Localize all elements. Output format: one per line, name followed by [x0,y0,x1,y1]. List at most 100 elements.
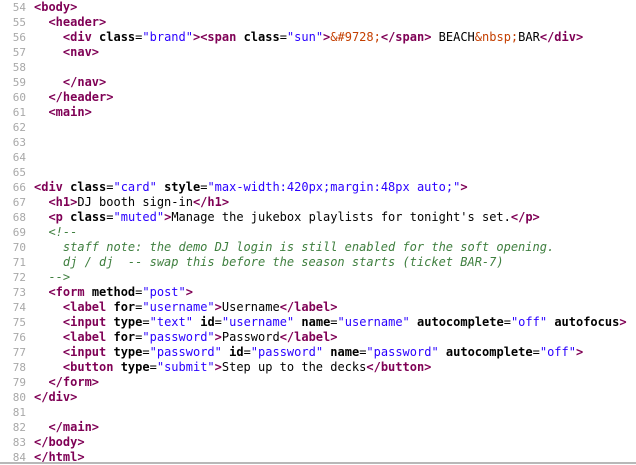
code-line[interactable]: 56 <div class="brand"><span class="sun">… [0,30,636,45]
code-line[interactable]: 69 <!-- [0,225,636,240]
code-token-txt: Manage the jukebox playlists for tonight… [171,210,511,224]
code-token-txt: Step up to the decks [221,360,367,374]
code-line[interactable]: 54 <body> [0,0,636,15]
code-token-attr: autofocus [554,315,620,329]
code-line[interactable]: 66 <div class="card" style="max-width:420… [0,180,636,195]
code-line[interactable]: 59 </nav> [0,75,636,90]
code-text: </div> [34,390,77,405]
code-token-tag: <span [200,30,244,44]
code-line[interactable]: 65 [0,165,636,180]
code-token-attr: type [120,360,150,374]
line-number: 83 [12,436,26,449]
code-line[interactable]: 77 <input type="password" id="password" … [0,345,636,360]
code-token-txt: = [214,315,222,329]
code-line[interactable]: 80 </div> [0,390,636,405]
code-text: <body> [34,0,77,15]
code-token-txt: = [106,210,114,224]
code-token-tag: <input [62,315,114,329]
line-number: 63 [12,136,26,149]
code-line[interactable]: 61 <main> [0,105,636,120]
code-token-attr: name [330,345,360,359]
code-token-val: "password" [250,345,324,359]
code-token-val: "password" [366,345,439,359]
code-line[interactable]: 71 dj / dj -- swap this before the seaso… [0,255,636,270]
code-token-cmt: dj / dj -- swap this before the season s… [34,255,504,269]
code-token-tag: > [214,330,222,344]
code-token-attr: style [164,180,201,194]
line-number: 82 [12,421,26,434]
code-token-val: "brand" [142,30,193,44]
code-token-tag: </label> [279,300,338,314]
code-line[interactable]: 62 [0,120,636,135]
code-token-tag: > [460,180,468,194]
code-token-attr: for [113,300,136,314]
code-token-tag: </span> [380,30,432,44]
code-text: </main> [34,420,99,435]
code-line[interactable]: 55 <header> [0,15,636,30]
code-token-ent: &#9728; [330,30,381,44]
code-token-tag: <header> [48,15,107,29]
code-line[interactable]: 72 --> [0,270,636,285]
code-line[interactable]: 58 [0,60,636,75]
code-line[interactable]: 60 </header> [0,90,636,105]
code-line[interactable]: 82 </main> [0,420,636,435]
code-line[interactable]: 75 <input type="text" id="username" name… [0,315,636,330]
code-text: <div class="card" style="max-width:420px… [34,180,468,195]
code-text: <button type="submit">Step up to the dec… [34,360,432,375]
code-token-tag: </h1> [192,195,230,209]
code-token-tag: </div> [539,30,584,44]
code-token-tag: <p [48,210,71,224]
line-number: 65 [12,166,26,179]
code-token-val: "max-width:420px;margin:48px auto;" [207,180,461,194]
code-line[interactable]: 74 <label for="username">Username</label… [0,300,636,315]
code-token-txt: Password [221,330,280,344]
code-text: --> [34,270,70,285]
code-line[interactable]: 83 </body> [0,435,636,450]
line-number: 77 [12,346,26,359]
code-line[interactable]: 64 [0,150,636,165]
code-line[interactable]: 76 <label for="password">Password</label… [0,330,636,345]
code-token-tag: <input [62,345,114,359]
code-token-txt: BAR [518,30,540,44]
line-number: 68 [12,211,26,224]
code-token-txt: = [279,30,287,44]
code-line[interactable]: 78 <button type="submit">Step up to the … [0,360,636,375]
code-text: dj / dj -- swap this before the season s… [34,255,504,270]
line-number: 67 [12,196,26,209]
line-number: 66 [12,181,26,194]
code-text: <input type="password" id="password" nam… [34,345,583,360]
code-line[interactable]: 57 <nav> [0,45,636,60]
code-text: <form method="post"> [34,285,193,300]
code-line[interactable]: 67 <h1>DJ booth sign-in</h1> [0,195,636,210]
code-token-val: "off" [510,315,548,329]
code-text: <!-- [34,225,77,240]
code-line[interactable]: 79 </form> [0,375,636,390]
code-token-tag: <label [62,300,114,314]
code-text: <p class="muted">Manage the jukebox play… [34,210,539,225]
code-line[interactable]: 81 [0,405,636,420]
code-editor[interactable]: 54 <body> 55 <header> 56 <div class="brand"… [0,0,636,464]
code-token-tag: </label> [279,330,338,344]
line-number: 74 [12,301,26,314]
code-line[interactable]: 63 [0,135,636,150]
code-text: </form> [34,375,99,390]
line-number: 69 [12,226,26,239]
code-token-tag: <body> [34,0,78,14]
code-token-txt: = [330,315,338,329]
code-line[interactable]: 70 staff note: the demo DJ login is stil… [0,240,636,255]
line-number: 61 [12,106,26,119]
code-token-tag: > [214,360,222,374]
line-number: 78 [12,361,26,374]
code-token-attr: id [229,345,244,359]
code-line[interactable]: 68 <p class="muted">Manage the jukebox p… [0,210,636,225]
code-token-tag: </form> [48,375,100,389]
code-line[interactable]: 73 <form method="post"> [0,285,636,300]
